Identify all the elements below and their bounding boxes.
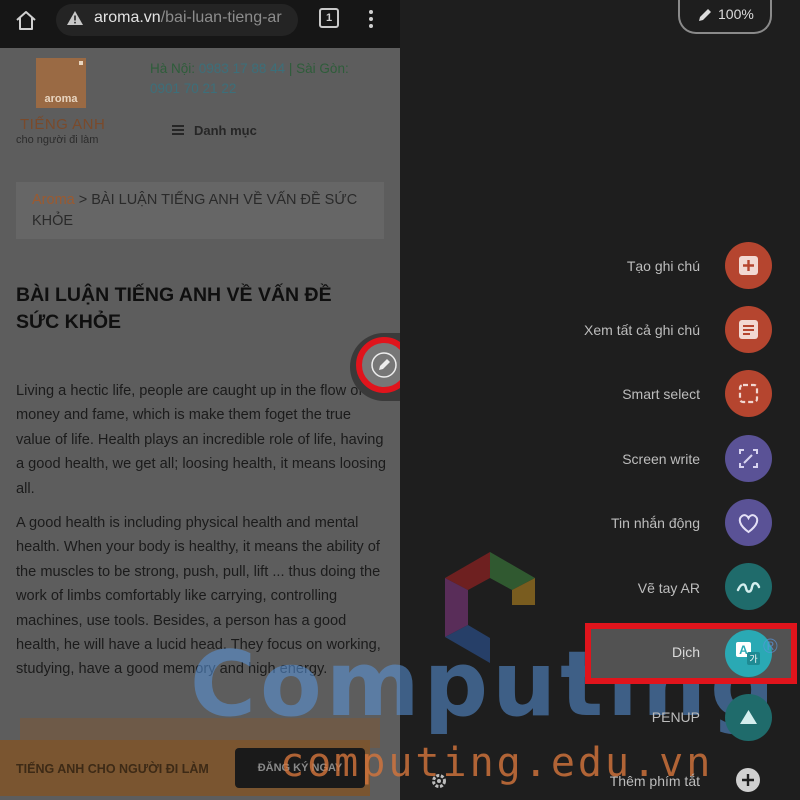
url-domain: aroma.vn bbox=[94, 9, 161, 26]
url-text[interactable]: aroma.vn/bai-luan-tieng-ar bbox=[94, 9, 294, 27]
url-path: /bai-luan-tieng-ar bbox=[160, 9, 282, 26]
home-icon[interactable] bbox=[14, 9, 38, 33]
hanoi-phone[interactable]: 0983 17 88 44 bbox=[199, 61, 285, 76]
article-paragraph-1: Living a hectic life, people are caught … bbox=[16, 383, 386, 497]
hanoi-label: Hà Nội: bbox=[150, 61, 196, 76]
create-note-icon[interactable] bbox=[725, 242, 772, 289]
svg-text:A: A bbox=[739, 643, 748, 657]
add-shortcut-label[interactable]: Thêm phím tắt bbox=[610, 773, 700, 789]
aroma-logo[interactable]: aroma bbox=[36, 58, 86, 108]
menu-label-create-note[interactable]: Tạo ghi chú bbox=[627, 258, 700, 274]
breadcrumb: Aroma > BÀI LUẬN TIẾNG ANH VỀ VẤN ĐỀ SỨC… bbox=[16, 182, 384, 239]
saigon-label: Sài Gòn: bbox=[296, 61, 349, 76]
stylus-icon bbox=[699, 9, 711, 21]
logo-tagline-1: TIẾNG ANH bbox=[20, 116, 106, 133]
article-title: BÀI LUẬN TIẾNG ANH VỀ VẤN ĐỀ SỨC KHỎE bbox=[16, 284, 332, 333]
breadcrumb-home-link[interactable]: Aroma bbox=[32, 192, 75, 208]
saigon-phone[interactable]: 0901 70 21 22 bbox=[150, 81, 236, 96]
pen-icon bbox=[371, 352, 397, 378]
more-options-icon[interactable] bbox=[366, 8, 376, 30]
svg-text:가: 가 bbox=[749, 654, 757, 665]
hamburger-icon[interactable] bbox=[172, 125, 184, 135]
contact-info: Hà Nội: 0983 17 88 44 | Sài Gòn: 0901 70… bbox=[150, 59, 370, 99]
penup-icon[interactable] bbox=[725, 694, 772, 741]
tab-switcher-button[interactable]: 1 bbox=[319, 8, 339, 28]
breadcrumb-separator: > bbox=[78, 192, 88, 208]
menu-label-penup[interactable]: PENUP bbox=[652, 709, 700, 725]
watermark-registered-mark: ® bbox=[763, 636, 778, 658]
logo-tagline-2: cho người đi làm bbox=[16, 134, 99, 146]
screen-write-icon[interactable] bbox=[725, 435, 772, 482]
add-shortcut-icon[interactable] bbox=[734, 766, 762, 794]
view-notes-icon[interactable] bbox=[725, 306, 772, 353]
category-menu-button[interactable]: Danh mục bbox=[194, 123, 257, 138]
contact-separator: | bbox=[288, 61, 293, 76]
logo-word: aroma bbox=[44, 93, 78, 105]
menu-label-view-all-notes[interactable]: Xem tất cả ghi chú bbox=[584, 322, 700, 338]
menu-label-screen-write[interactable]: Screen write bbox=[622, 451, 700, 467]
menu-label-live-message[interactable]: Tin nhắn động bbox=[611, 515, 700, 531]
menu-label-ar-doodle[interactable]: Vẽ tay AR bbox=[638, 580, 700, 596]
settings-gear-icon[interactable] bbox=[430, 772, 448, 790]
smart-select-icon[interactable] bbox=[725, 370, 772, 417]
not-secure-warning-icon[interactable] bbox=[66, 10, 84, 26]
browser-toolbar: aroma.vn/bai-luan-tieng-ar 1 bbox=[0, 0, 400, 48]
menu-label-smart-select[interactable]: Smart select bbox=[622, 386, 700, 402]
pen-battery-level: 100% bbox=[718, 6, 754, 22]
menu-label-translate[interactable]: Dịch bbox=[672, 644, 700, 660]
ar-doodle-icon[interactable] bbox=[725, 563, 772, 610]
banner-text: TIẾNG ANH CHO NGƯỜI ĐI LÀM bbox=[16, 762, 209, 776]
live-message-icon[interactable] bbox=[725, 499, 772, 546]
